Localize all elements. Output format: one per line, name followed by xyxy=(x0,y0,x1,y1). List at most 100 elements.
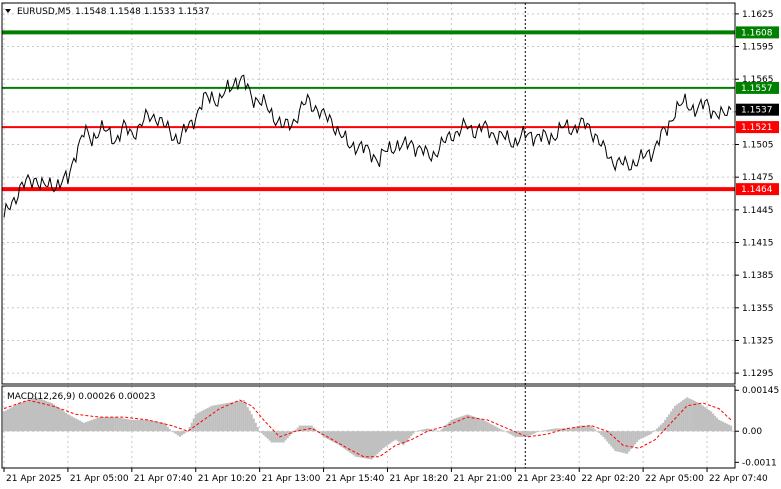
macd-bar xyxy=(394,431,397,440)
macd-bar xyxy=(642,431,645,438)
macd-bar xyxy=(196,413,199,432)
macd-bar xyxy=(214,405,217,432)
macd-bar xyxy=(484,421,487,432)
macd-bar xyxy=(246,407,249,432)
macd-bar xyxy=(78,420,81,432)
macd-bar xyxy=(194,414,197,432)
macd-bar xyxy=(538,431,541,432)
macd-bar xyxy=(324,431,327,438)
macd-bar xyxy=(376,431,379,454)
macd-bar xyxy=(350,431,353,454)
macd-bar xyxy=(266,431,269,439)
macd-bar xyxy=(596,431,599,432)
macd-bar xyxy=(696,402,699,432)
macd-bar xyxy=(568,428,571,432)
macd-bar xyxy=(110,417,113,432)
time-tick-label: 22 Apr 07:40 xyxy=(709,474,768,484)
macd-bar xyxy=(388,431,391,444)
macd-bar xyxy=(412,431,415,434)
macd-bar xyxy=(608,431,611,444)
macd-bar xyxy=(52,404,55,432)
macd-bar xyxy=(362,431,365,459)
macd-bar xyxy=(90,419,93,432)
macd-bar xyxy=(400,431,403,444)
macd-bar xyxy=(724,422,727,432)
macd-bar xyxy=(492,425,495,432)
macd-bar xyxy=(578,425,581,432)
macd-bar xyxy=(132,419,135,432)
macd-bar xyxy=(480,419,483,432)
macd-bar xyxy=(224,403,227,432)
macd-bar xyxy=(396,431,399,442)
macd-bar xyxy=(508,431,511,434)
macd-bar xyxy=(126,419,129,432)
macd-bar xyxy=(454,418,457,432)
macd-bar xyxy=(346,431,349,451)
macd-bar xyxy=(646,431,649,436)
price-tick-label: 1.1475 xyxy=(742,173,774,183)
macd-bar xyxy=(730,425,733,432)
macd-bar xyxy=(410,431,413,436)
macd-bar xyxy=(438,431,441,432)
macd-bar xyxy=(546,429,549,432)
macd-bar xyxy=(540,430,543,432)
macd-bar xyxy=(432,429,435,432)
macd-bar xyxy=(29,399,32,432)
macd-bar xyxy=(176,431,179,436)
macd-bar xyxy=(528,431,531,436)
macd-bar xyxy=(134,419,137,432)
macd-bar xyxy=(88,420,91,432)
macd-bar xyxy=(80,421,83,432)
macd-bar xyxy=(332,431,335,443)
macd-bar xyxy=(282,431,285,443)
price-tick-label: 1.1445 xyxy=(742,206,774,216)
macd-bar xyxy=(488,423,491,432)
price-tick-label: 1.1355 xyxy=(742,304,774,314)
macd-bar xyxy=(208,406,211,432)
macd-bar xyxy=(25,400,28,432)
macd-bar xyxy=(712,413,715,432)
macd-bar xyxy=(186,431,189,432)
resistance-price-tag-label: 1.1557 xyxy=(741,84,773,94)
macd-bar xyxy=(382,431,385,449)
macd-bar xyxy=(116,417,119,432)
macd-bar xyxy=(506,431,509,433)
macd-bar xyxy=(11,407,14,432)
macd-bar xyxy=(94,418,97,432)
macd-bar xyxy=(358,431,361,458)
macd-bar xyxy=(244,403,247,432)
macd-bar xyxy=(448,421,451,432)
time-tick-label: 21 Apr 23:40 xyxy=(517,474,576,484)
macd-bar xyxy=(694,401,697,432)
macd-bar xyxy=(33,398,36,432)
macd-bar xyxy=(304,425,307,432)
macd-bar xyxy=(242,400,245,432)
macd-bar xyxy=(118,417,121,432)
macd-bar xyxy=(15,405,18,432)
macd-bar xyxy=(226,403,229,432)
macd-bar xyxy=(416,430,419,432)
macd-bar xyxy=(128,419,131,432)
macd-bar xyxy=(268,431,271,441)
macd-bar xyxy=(590,425,593,432)
macd-bar xyxy=(666,417,669,432)
macd-bar xyxy=(31,398,34,432)
price-tick-label: 1.1415 xyxy=(742,238,774,248)
time-tick-label: 21 Apr 18:20 xyxy=(389,474,448,484)
macd-bar xyxy=(114,417,117,432)
macd-bar xyxy=(130,419,133,432)
macd-bar xyxy=(698,403,701,432)
macd-bar xyxy=(398,431,401,443)
macd-bar xyxy=(550,429,553,432)
macd-bar xyxy=(142,419,145,432)
macd-bar xyxy=(204,409,207,432)
macd-bar xyxy=(42,400,45,432)
macd-bar xyxy=(602,431,605,437)
macd-bar xyxy=(404,431,407,443)
macd-bar xyxy=(710,411,713,432)
macd-bar xyxy=(248,410,251,432)
macd-bar xyxy=(184,431,187,433)
price-chart[interactable]: 1.16251.15951.15651.15351.15051.14751.14… xyxy=(0,0,781,489)
macd-bar xyxy=(530,431,533,435)
ohlc-values: 1.1548 1.1548 1.1533 1.1537 xyxy=(75,7,210,17)
